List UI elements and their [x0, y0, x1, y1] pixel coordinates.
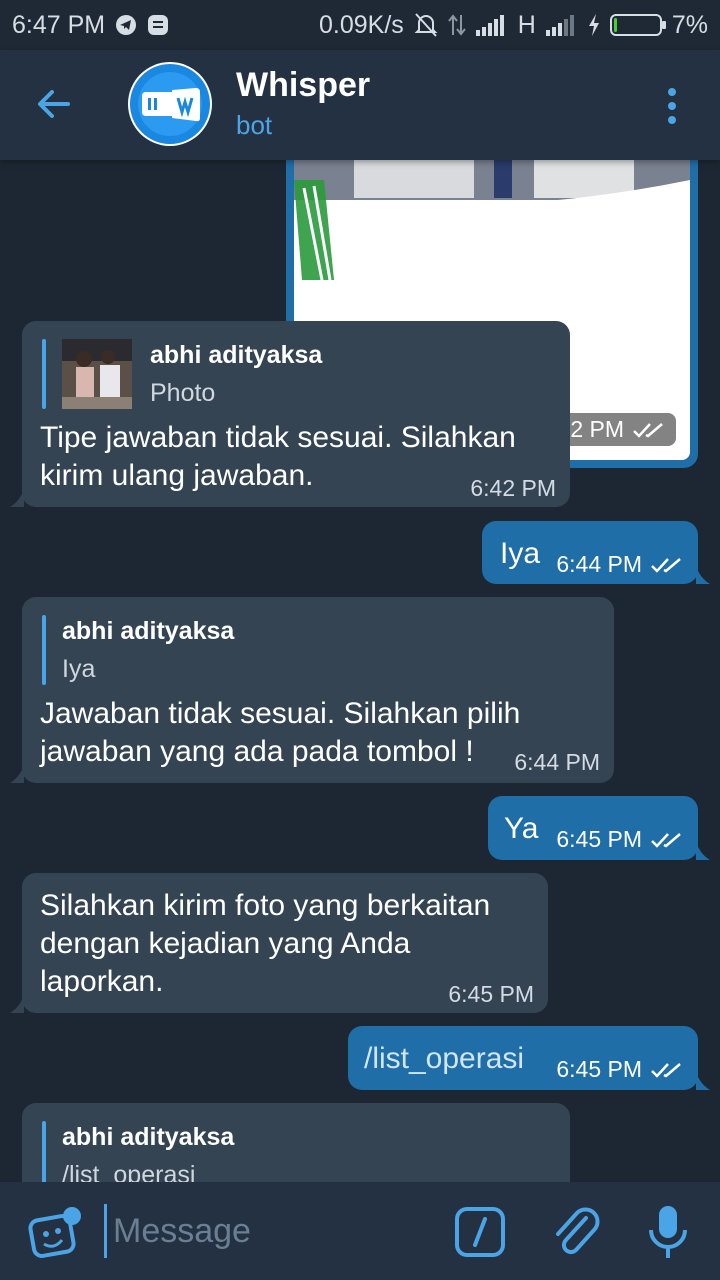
reply-bar: [42, 1121, 46, 1182]
reply-author: abhi adityaksa: [62, 617, 235, 645]
message-line: Tipe jawaban tidak sesuai. Silahkan: [40, 421, 516, 454]
status-bar: 6:47 PM 0.09K/s H 7%: [0, 0, 720, 50]
network-type: H: [517, 10, 536, 39]
more-menu-button[interactable]: [660, 86, 684, 126]
reply-author: abhi adityaksa: [150, 341, 323, 369]
sticker-button[interactable]: [26, 1204, 84, 1260]
message-incoming[interactable]: abhi adityaksa Photo Tipe jawaban tidak …: [10, 321, 570, 507]
message-status: 6:45 PM: [556, 1056, 684, 1083]
message-incoming[interactable]: abhi adityaksa /list_operasi: [22, 1103, 570, 1182]
photo-thumbnail: [62, 339, 132, 409]
microphone-icon: [649, 1206, 687, 1258]
network-speed: 0.09K/s: [319, 10, 404, 39]
reply-author: abhi adityaksa: [62, 1123, 235, 1151]
more-vertical-icon: [668, 88, 676, 124]
message-outgoing[interactable]: Iya 6:44 PM: [482, 521, 710, 584]
bot-command-icon: [455, 1207, 505, 1257]
message-time: 6:45 PM: [556, 1056, 642, 1082]
message-time: 6:44 PM: [514, 749, 600, 775]
chat-header: Whisper bot: [0, 50, 720, 160]
bot-avatar[interactable]: [128, 62, 212, 146]
bubble-tail: [696, 842, 710, 860]
charging-icon: [588, 14, 600, 36]
message-outgoing[interactable]: Ya 6:45 PM: [488, 796, 710, 860]
reply-bar: [42, 615, 46, 685]
bubble-tail: [10, 489, 24, 507]
signal-icon-2: [545, 14, 578, 36]
message-line: dengan kejadian yang Anda: [40, 927, 411, 960]
message-time: 6:44 PM: [556, 551, 642, 577]
sticker-icon: [28, 1207, 81, 1258]
bubble-tail: [10, 765, 24, 783]
double-check-icon: [633, 422, 663, 438]
status-time: 6:47 PM: [12, 10, 106, 39]
data-arrows-icon: [448, 13, 466, 37]
back-button[interactable]: [34, 84, 74, 124]
whisper-logo-icon: [130, 64, 210, 144]
reply-thumbnail[interactable]: [62, 339, 132, 409]
attach-button[interactable]: [550, 1204, 602, 1260]
arrow-left-icon: [38, 90, 70, 118]
double-check-icon: [651, 1062, 681, 1078]
message-input-bar: Message: [0, 1182, 720, 1280]
voice-record-button[interactable]: [646, 1204, 690, 1260]
message-line: jawaban yang ada pada tombol !: [40, 735, 474, 768]
chat-title[interactable]: Whisper: [236, 66, 370, 105]
bubble-tail: [696, 1072, 710, 1090]
message-text: Ya: [504, 812, 539, 845]
message-line: Jawaban tidak sesuai. Silahkan pilih: [40, 697, 521, 730]
battery-level: [613, 18, 617, 32]
message-time: 6:42 PM: [470, 475, 556, 501]
message-text: Iya: [500, 537, 541, 570]
message-line: kirim ulang jawaban.: [40, 459, 314, 492]
message-command[interactable]: /list_operasi: [364, 1040, 524, 1078]
bubble-tail: [696, 566, 710, 584]
chat-subtitle: bot: [236, 110, 273, 140]
bubble-tail: [10, 995, 24, 1013]
signal-icon: [475, 14, 508, 36]
message-input[interactable]: Message: [104, 1204, 434, 1258]
attach-icon: [556, 1207, 600, 1255]
message-time: 6:45 PM: [556, 826, 642, 852]
message-line: laporkan.: [40, 965, 164, 998]
message-time: 6:45 PM: [448, 981, 534, 1007]
message-status: 6:44 PM: [556, 551, 684, 578]
message-outgoing[interactable]: /list_operasi 6:45 PM: [348, 1026, 710, 1090]
message-line: Silahkan kirim foto yang berkaitan: [40, 889, 491, 922]
message-incoming[interactable]: Silahkan kirim foto yang berkaitan denga…: [10, 873, 548, 1013]
battery-icon: [609, 14, 666, 36]
double-check-icon: [651, 557, 681, 573]
reply-bar: [42, 339, 46, 409]
double-check-icon: [651, 832, 681, 848]
message-status: 6:45 PM: [556, 826, 684, 853]
mute-icon: [414, 12, 438, 38]
reply-text: Photo: [150, 379, 216, 407]
battery-percent: 7%: [671, 10, 708, 39]
message-list[interactable]: 6:42 PM abhi adityaksa Photo Tipe jawaba…: [0, 160, 720, 1182]
telegram-icon: [115, 14, 137, 36]
reply-text: Iya: [62, 655, 96, 683]
bot-command-button[interactable]: [454, 1206, 506, 1258]
notification-icon: [147, 14, 169, 36]
message-incoming[interactable]: abhi adityaksa Iya Jawaban tidak sesuai.…: [10, 597, 614, 783]
reply-text: /list_operasi: [62, 1161, 196, 1182]
